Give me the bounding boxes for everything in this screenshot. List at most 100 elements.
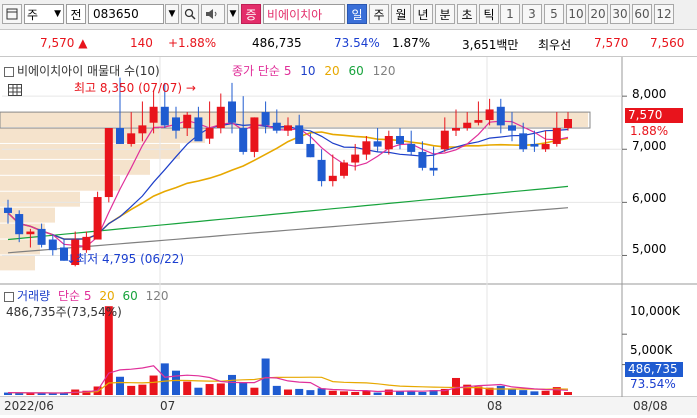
volume-ma120-label: 120	[145, 289, 169, 303]
candle-body-27	[306, 143, 315, 158]
candle-body-37	[418, 151, 427, 168]
volume-bar-20	[228, 374, 236, 395]
volume-ma-label: 단순	[57, 289, 81, 303]
stock-code-prefix[interactable]: 전	[66, 4, 86, 24]
last-change-pct: 1.88%	[630, 124, 669, 138]
x-current-date: 08/08	[633, 399, 668, 413]
speaker-icon[interactable]	[201, 4, 225, 24]
chart-area[interactable]: 비에이치아이 매물대 수(10) 종가 단순 5 10 20 60 120 최고…	[0, 57, 697, 415]
interval-tab-2[interactable]: 5	[544, 4, 564, 24]
candle-body-22	[250, 117, 259, 152]
period-tab-5[interactable]: 초	[457, 4, 477, 24]
speaker-dropdown-icon[interactable]: ▼	[227, 4, 239, 24]
search-icon[interactable]	[181, 4, 199, 24]
candle-body-23	[261, 112, 270, 126]
candle-body-42	[474, 120, 483, 123]
candle-body-10	[116, 128, 124, 144]
volume-bar-19	[216, 383, 225, 395]
candle-body-29	[328, 175, 337, 182]
candle-body-13	[149, 106, 158, 123]
collapse-icon[interactable]	[4, 66, 14, 77]
volume-bar-22	[250, 387, 259, 395]
ma10-label: 10	[300, 64, 316, 78]
stock-code-dropdown-icon[interactable]: ▼	[165, 4, 179, 24]
candle-body-50	[564, 118, 572, 129]
x-axis-bg	[0, 397, 697, 415]
volume-bar-48	[541, 390, 550, 395]
volume-bar-18	[205, 384, 214, 395]
chart-svg[interactable]	[0, 57, 697, 415]
type-selector-label: 주	[27, 7, 39, 22]
candle-body-21	[239, 128, 248, 152]
volume-profile-bar-5	[0, 191, 80, 207]
low-annotation: ↓최저 4,795 (06/22)	[66, 250, 184, 267]
right-arrow-icon: →	[185, 81, 196, 95]
interval-tab-7[interactable]: 12	[654, 4, 674, 24]
candle-body-4	[48, 239, 57, 251]
candle-body-9	[104, 128, 113, 198]
interval-tab-3[interactable]: 10	[566, 4, 586, 24]
volume-profile-bar-4	[0, 175, 120, 191]
type-selector[interactable]: 주 ▼	[24, 4, 64, 24]
chart-background	[0, 57, 697, 415]
candle-body-26	[295, 125, 304, 144]
volume-bar-11	[127, 385, 136, 395]
volume-collapse-icon[interactable]	[4, 291, 14, 302]
interval-tab-0[interactable]: 1	[500, 4, 520, 24]
candle-body-18	[205, 128, 214, 139]
candle-body-19	[216, 106, 225, 129]
volume-bar-24	[272, 385, 281, 395]
volume-bar-33	[373, 392, 382, 395]
layout-icon[interactable]	[2, 4, 22, 24]
candle-body-47	[530, 143, 539, 147]
volume-profile-bar-2	[0, 143, 180, 159]
x-label-07: 07	[160, 399, 176, 413]
price-change: 140	[130, 36, 153, 50]
best-ask: 7,570	[594, 36, 629, 50]
speaker-icon-glyph	[206, 9, 217, 19]
stock-code-input[interactable]: 083650	[88, 4, 164, 24]
volume-bar-23	[261, 358, 270, 395]
interval-tab-6[interactable]: 60	[632, 4, 652, 24]
search-icon-glyph	[184, 8, 196, 20]
price-change-pct: +1.88%	[168, 36, 217, 50]
plot-bg	[0, 57, 697, 415]
candle-body-33	[373, 141, 382, 147]
candle-body-32	[362, 141, 371, 155]
y-tick-8000: 8,000	[632, 87, 667, 101]
candle-body-38	[429, 167, 438, 171]
interval-tab-5[interactable]: 30	[610, 4, 630, 24]
volume-bar-49	[552, 387, 561, 395]
high-annotation: 최고 8,350 (07/07) →	[74, 79, 196, 96]
interval-tab-4[interactable]: 20	[588, 4, 608, 24]
last-volume-tag: 486,735	[625, 362, 683, 377]
current-volume-label: 486,735주(73,54%)	[6, 305, 122, 319]
volume-ma20-label: 20	[99, 289, 115, 303]
candle-body-17	[194, 117, 203, 142]
candle-body-12	[138, 125, 147, 134]
candle-body-1	[15, 214, 24, 235]
period-tab-3[interactable]: 년	[413, 4, 433, 24]
candle-body-15	[172, 117, 180, 131]
related-stock-button[interactable]: 증	[241, 4, 261, 24]
table-icon[interactable]	[8, 84, 22, 99]
volume-ratio: 73.54%	[334, 36, 380, 50]
volume-bar-17	[194, 387, 203, 395]
candle-body-31	[351, 154, 360, 163]
quote-bar: 7,570 ▲ 140 +1.88% 486,735 73.54% 1.87% …	[0, 30, 697, 57]
interval-tab-1[interactable]: 3	[522, 4, 542, 24]
period-tab-2[interactable]: 월	[391, 4, 411, 24]
period-tab-6[interactable]: 틱	[479, 4, 499, 24]
candle-body-16	[183, 114, 192, 129]
period-tab-0[interactable]: 일	[347, 4, 367, 24]
volume-profile-bar-3	[0, 159, 150, 175]
period-tab-4[interactable]: 분	[435, 4, 455, 24]
volume-bar-25	[284, 389, 292, 395]
volume-bar-30	[340, 391, 348, 395]
candle-body-34	[384, 135, 393, 150]
trading-value: 3,651백만	[462, 38, 519, 52]
volume-bar-29	[328, 390, 337, 395]
period-tab-1[interactable]: 주	[369, 4, 389, 24]
volume-bar-16	[183, 381, 192, 395]
volume-bar-47	[530, 391, 539, 395]
